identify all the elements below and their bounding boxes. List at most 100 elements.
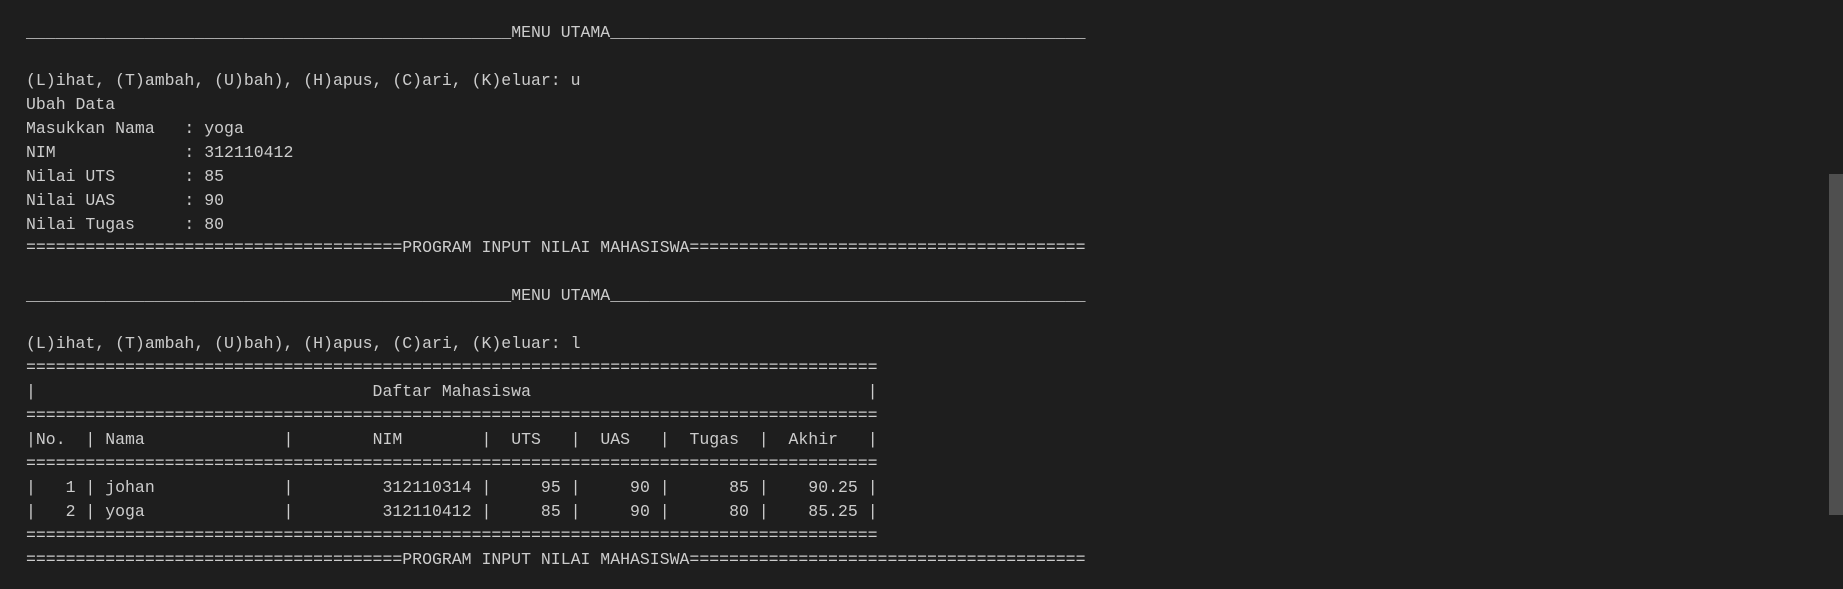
prompt-line: (L)ihat, (T)ambah, (U)bah), (H)apus, (C)…	[26, 332, 1086, 356]
rule: ________________________________________…	[26, 23, 512, 42]
cell-nim: 312110314	[293, 477, 482, 497]
section-heading: Ubah Data	[26, 94, 116, 114]
cell-uts: 95	[491, 477, 571, 497]
table-row: | 2 | yoga | 312110412 | 85 | 90 | 80 | …	[26, 500, 1086, 524]
border: |	[481, 501, 492, 521]
table-separator: ========================================…	[26, 453, 878, 473]
student-table: ========================================…	[26, 356, 1086, 548]
border: |	[758, 477, 769, 497]
table-header-row: |No. | Nama | NIM | UTS | UAS | Tugas | …	[26, 428, 1086, 452]
table-separator: ========================================…	[26, 406, 878, 425]
border: |	[481, 429, 492, 449]
border: |	[867, 477, 878, 497]
cell-uas: 90	[580, 501, 660, 521]
field-label: Nilai UAS :	[26, 190, 205, 210]
field-value: 312110412	[204, 142, 294, 162]
prompt-line: (L)ihat, (T)ambah, (U)bah), (H)apus, (C)…	[26, 69, 1086, 93]
field-value: 90	[204, 190, 225, 210]
field-line: Masukkan Nama : yoga	[26, 117, 1086, 141]
border: |	[85, 477, 96, 497]
border: |	[481, 477, 492, 497]
program-title: PROGRAM INPUT NILAI MAHASISWA	[402, 238, 690, 258]
program-footer-line: ======================================PR…	[26, 548, 1086, 572]
border: |	[659, 501, 670, 521]
prompt-text: (L)ihat, (T)ambah, (U)bah), (H)apus, (C)…	[26, 334, 571, 354]
border: |	[85, 429, 96, 449]
field-line: NIM : 312110412	[26, 141, 1086, 165]
field-label: Nilai Tugas :	[26, 214, 205, 234]
cell-akhir: 90.25	[768, 477, 868, 497]
column-header-no: No.	[35, 429, 86, 449]
border: |	[570, 501, 581, 521]
border: |	[85, 501, 96, 521]
border: |	[570, 429, 581, 449]
program-title: PROGRAM INPUT NILAI MAHASISWA	[402, 549, 690, 569]
column-header-uts: UTS	[491, 429, 571, 449]
cell-nama: johan	[95, 477, 284, 497]
program-footer-line: ======================================PR…	[26, 236, 1086, 260]
menu-title: MENU UTAMA	[511, 286, 611, 306]
border: |	[283, 477, 294, 497]
table-separator: ========================================…	[26, 358, 878, 378]
border: |	[867, 382, 878, 402]
field-value: 85	[204, 166, 225, 186]
cell-nim: 312110412	[293, 501, 482, 521]
border: |	[570, 477, 581, 497]
column-header-nim: NIM	[293, 429, 482, 449]
menu-header-line: ________________________________________…	[26, 284, 1086, 308]
border: |	[758, 429, 769, 449]
field-line: Nilai Tugas : 80	[26, 213, 1086, 237]
cell-no: 2	[35, 501, 86, 521]
menu-title: MENU UTAMA	[511, 23, 611, 42]
prompt-choice: u	[570, 70, 581, 90]
terminal-output: ________________________________________…	[26, 21, 1086, 572]
menu-header-line: ________________________________________…	[26, 21, 1086, 45]
cell-nama: yoga	[95, 501, 284, 521]
cell-tugas: 80	[669, 501, 759, 521]
prompt-text: (L)ihat, (T)ambah, (U)bah), (H)apus, (C)…	[26, 70, 571, 90]
field-line: Nilai UTS : 85	[26, 165, 1086, 189]
rule: ========================================	[689, 238, 1086, 258]
table-row: | 1 | johan | 312110314 | 95 | 90 | 85 |…	[26, 476, 1086, 500]
scrollbar[interactable]	[1829, 174, 1843, 515]
table-separator: ========================================…	[26, 525, 878, 545]
rule: ========================================	[689, 549, 1086, 569]
border: |	[26, 501, 36, 521]
table-title: Daftar Mahasiswa	[35, 382, 868, 402]
border: |	[283, 429, 294, 449]
border: |	[758, 501, 769, 521]
column-header-akhir: Akhir	[768, 429, 868, 449]
border: |	[867, 429, 878, 449]
cell-akhir: 85.25	[768, 501, 868, 521]
field-label: NIM :	[26, 142, 205, 162]
cell-uas: 90	[580, 477, 660, 497]
field-label: Nilai UTS :	[26, 166, 205, 186]
border: |	[26, 429, 36, 449]
field-line: Nilai UAS : 90	[26, 189, 1086, 213]
column-header-uas: UAS	[580, 429, 660, 449]
field-value: 80	[204, 214, 225, 234]
prompt-choice: l	[570, 334, 581, 354]
rule: ________________________________________…	[26, 286, 512, 306]
column-header-nama: Nama	[95, 429, 284, 449]
border: |	[867, 501, 878, 521]
rule: ======================================	[26, 238, 403, 258]
rule: ________________________________________…	[610, 23, 1086, 42]
border: |	[26, 477, 36, 497]
cell-uts: 85	[491, 501, 571, 521]
rule: ________________________________________…	[610, 286, 1086, 306]
field-value: yoga	[204, 118, 244, 138]
rule: ======================================	[26, 549, 403, 569]
cell-no: 1	[35, 477, 86, 497]
field-label: Masukkan Nama :	[26, 118, 205, 138]
border: |	[283, 501, 294, 521]
column-header-tugas: Tugas	[669, 429, 759, 449]
border: |	[659, 477, 670, 497]
border: |	[26, 382, 36, 402]
cell-tugas: 85	[669, 477, 759, 497]
border: |	[659, 429, 670, 449]
table-title-row: | Daftar Mahasiswa |	[26, 380, 1086, 404]
